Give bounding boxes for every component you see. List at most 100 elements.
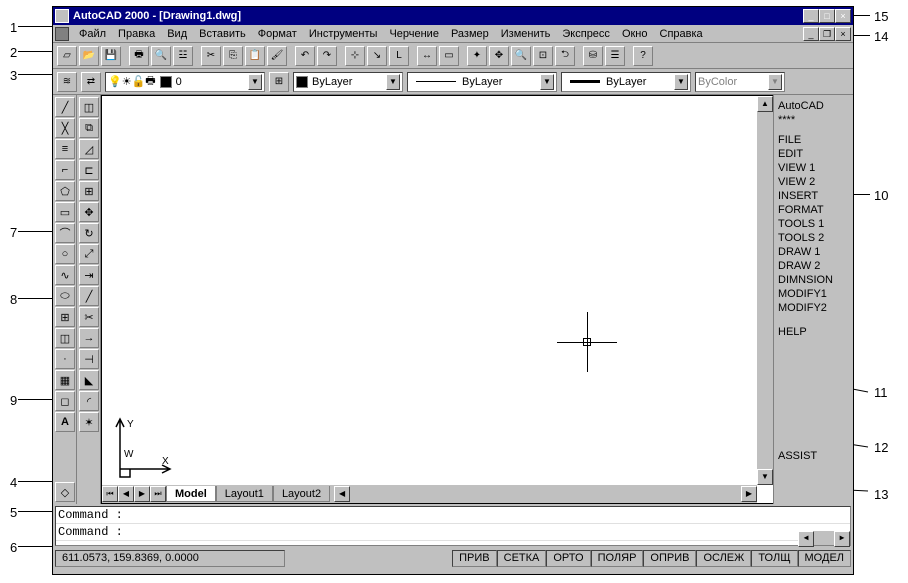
layers-dialog-icon[interactable]: ⊞: [269, 72, 289, 92]
cut-icon[interactable]: ✂: [201, 46, 221, 66]
help-icon[interactable]: ?: [633, 46, 653, 66]
tab-model[interactable]: Model: [166, 486, 216, 502]
rect-icon[interactable]: ▭: [55, 202, 75, 222]
side-edit[interactable]: EDIT: [778, 147, 849, 161]
matchprop-icon[interactable]: 🖌: [267, 46, 287, 66]
side-help[interactable]: HELP: [778, 325, 849, 339]
undo-icon[interactable]: ↶: [295, 46, 315, 66]
osnap-toggle[interactable]: ОПРИВ: [643, 550, 696, 567]
explode-icon[interactable]: ✶: [79, 412, 99, 432]
grid-toggle[interactable]: СЕТКА: [497, 550, 547, 567]
dropdown-icon[interactable]: ▼: [248, 74, 262, 90]
new-icon[interactable]: ▱: [57, 46, 77, 66]
side-tools2[interactable]: TOOLS 2: [778, 231, 849, 245]
side-modify1[interactable]: MODIFY1: [778, 287, 849, 301]
close-button[interactable]: ×: [835, 9, 851, 23]
zoom-prev-icon[interactable]: ⮌: [555, 46, 575, 66]
mline-icon[interactable]: ≡: [55, 139, 75, 159]
menu-edit[interactable]: Правка: [112, 28, 161, 40]
spline-icon[interactable]: ∿: [55, 265, 75, 285]
snapfrom-icon[interactable]: ⊹: [345, 46, 365, 66]
dropdown-icon[interactable]: ▼: [674, 74, 688, 90]
otrack-toggle[interactable]: ОСЛЕЖ: [696, 550, 751, 567]
side-file[interactable]: FILE: [778, 133, 849, 147]
dbconnect-icon[interactable]: ⛁: [583, 46, 603, 66]
polar-toggle[interactable]: ПОЛЯР: [591, 550, 644, 567]
block-icon[interactable]: ◫: [55, 328, 75, 348]
scroll-left-icon[interactable]: ◀: [798, 531, 814, 547]
drawing-area[interactable]: ▲ ▼ Y X W ⏮ ◀ ▶ ⏭ Model Layout1 Layout2 …: [101, 95, 773, 504]
menu-insert[interactable]: Вставить: [193, 28, 252, 40]
ellipse-icon[interactable]: ⬭: [55, 286, 75, 306]
tab-last-icon[interactable]: ⏭: [150, 486, 166, 502]
dropdown-icon[interactable]: ▼: [386, 74, 400, 90]
tab-layout2[interactable]: Layout2: [273, 486, 330, 502]
scale-icon[interactable]: ⤢: [79, 244, 99, 264]
lwt-toggle[interactable]: ТОЛЩ: [751, 550, 797, 567]
find-icon[interactable]: ☳: [173, 46, 193, 66]
print-icon[interactable]: 🖶: [129, 46, 149, 66]
line-icon[interactable]: ╱: [55, 97, 75, 117]
xline-icon[interactable]: ╳: [55, 118, 75, 138]
scroll-down-icon[interactable]: ▼: [757, 469, 773, 485]
side-tools1[interactable]: TOOLS 1: [778, 217, 849, 231]
side-modify2[interactable]: MODIFY2: [778, 301, 849, 315]
lineweight-combo[interactable]: ByLayer ▼: [561, 72, 691, 92]
polygon-icon[interactable]: ⬠: [55, 181, 75, 201]
dist-icon[interactable]: ↔: [417, 46, 437, 66]
ucs-icon[interactable]: L: [389, 46, 409, 66]
circle-icon[interactable]: ○: [55, 244, 75, 264]
side-assist[interactable]: ASSIST: [778, 449, 849, 463]
zoom-win-icon[interactable]: ⊡: [533, 46, 553, 66]
menu-file[interactable]: Файл: [73, 28, 112, 40]
trim-icon[interactable]: ✂: [79, 307, 99, 327]
tab-first-icon[interactable]: ⏮: [102, 486, 118, 502]
snap-toggle[interactable]: ПРИВ: [452, 550, 497, 567]
minimize-button[interactable]: _: [803, 9, 819, 23]
dropdown-icon[interactable]: ▼: [540, 74, 554, 90]
pline-icon[interactable]: ⌐: [55, 160, 75, 180]
linetype-combo[interactable]: ByLayer ▼: [407, 72, 557, 92]
tab-layout1[interactable]: Layout1: [216, 486, 273, 502]
layer-combo[interactable]: 💡 ☀ 🔓 🖶 0 ▼: [105, 72, 265, 92]
menu-window[interactable]: Окно: [616, 28, 654, 40]
menu-express[interactable]: Экспресс: [556, 28, 616, 40]
rotate-icon[interactable]: ↻: [79, 223, 99, 243]
pan-icon[interactable]: ✥: [489, 46, 509, 66]
properties-icon[interactable]: ☰: [605, 46, 625, 66]
zoom-rt-icon[interactable]: 🔍: [511, 46, 531, 66]
paste-icon[interactable]: 📋: [245, 46, 265, 66]
side-view1[interactable]: VIEW 1: [778, 161, 849, 175]
mirror-icon[interactable]: ◿: [79, 139, 99, 159]
scroll-left-icon[interactable]: ◀: [334, 486, 350, 502]
menu-draw[interactable]: Черчение: [383, 28, 445, 40]
offset-icon[interactable]: ⊏: [79, 160, 99, 180]
side-draw2[interactable]: DRAW 2: [778, 259, 849, 273]
maximize-button[interactable]: □: [819, 9, 835, 23]
doc-restore-button[interactable]: ❐: [819, 27, 835, 41]
fillet-icon[interactable]: ◜: [79, 391, 99, 411]
scroll-right-icon[interactable]: ▶: [741, 486, 757, 502]
area-icon[interactable]: ▭: [439, 46, 459, 66]
side-format[interactable]: FORMAT: [778, 203, 849, 217]
break-icon[interactable]: ⊣: [79, 349, 99, 369]
menu-dimension[interactable]: Размер: [445, 28, 495, 40]
cmd-scrollbar[interactable]: ◀ ▶: [798, 531, 850, 545]
vertical-scrollbar[interactable]: ▲ ▼: [757, 96, 773, 485]
doc-close-button[interactable]: ×: [835, 27, 851, 41]
arc-icon[interactable]: ⌒: [55, 223, 75, 243]
menu-modify[interactable]: Изменить: [495, 28, 557, 40]
preview-icon[interactable]: 🔍: [151, 46, 171, 66]
copy-icon[interactable]: ⎘: [223, 46, 243, 66]
paint-icon[interactable]: ◇: [55, 482, 75, 502]
move-icon[interactable]: ✥: [79, 202, 99, 222]
horizontal-scrollbar[interactable]: ◀ ▶: [334, 486, 757, 502]
menu-view[interactable]: Вид: [161, 28, 193, 40]
scroll-up-icon[interactable]: ▲: [757, 96, 773, 112]
coordinates[interactable]: 611.0573, 159.8369, 0.0000: [55, 550, 285, 567]
tab-next-icon[interactable]: ▶: [134, 486, 150, 502]
open-icon[interactable]: 📂: [79, 46, 99, 66]
color-combo[interactable]: ByLayer ▼: [293, 72, 403, 92]
chamfer-icon[interactable]: ◣: [79, 370, 99, 390]
copy-obj-icon[interactable]: ⧉: [79, 118, 99, 138]
